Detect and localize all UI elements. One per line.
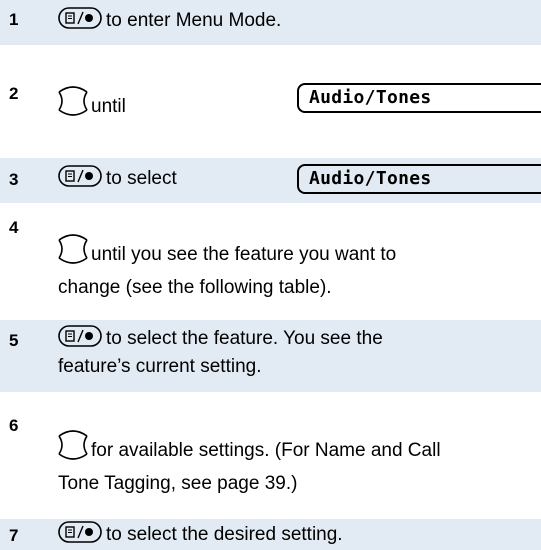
step-6-text-line2: Tone Tagging, see page 39.): [58, 473, 298, 494]
step-5-text-line1: to select the feature. You see the: [106, 328, 383, 349]
step-text: to select: [58, 164, 177, 194]
step-6-text-line1: for available settings. (For Name and Ca…: [91, 440, 441, 461]
step-number: 4: [9, 218, 19, 237]
step-number: 5: [9, 331, 19, 350]
step-text: to select the feature. You see the: [58, 324, 383, 354]
step-number: 3: [9, 170, 19, 189]
step-5-text-line2: feature’s current setting.: [58, 356, 262, 377]
scroll-up-down-icon: [58, 234, 88, 264]
step-number: 1: [9, 10, 19, 29]
scroll-up-down-icon: [58, 430, 88, 460]
step-text: until you see the feature you want to: [55, 232, 396, 270]
display-readout: Audio/Tones: [297, 164, 541, 194]
step-7-text: to select the desired setting.: [106, 524, 343, 545]
step-number: 2: [9, 84, 19, 103]
step-3-text: to select: [106, 168, 177, 189]
instruction-steps: 1 to enter Menu Mode. 2 until Audio/Tone…: [0, 0, 541, 550]
scroll-up-down-icon: [58, 86, 88, 116]
step-number: 7: [9, 526, 19, 545]
step-4-text-line2: change (see the following table).: [58, 277, 332, 298]
step-4-text-line1: until you see the feature you want to: [91, 244, 397, 265]
menu-select-key-icon: [58, 521, 102, 543]
menu-select-key-icon: [58, 7, 102, 29]
step-1-text: to enter Menu Mode.: [106, 10, 282, 31]
step-text: to enter Menu Mode.: [58, 6, 281, 36]
step-2-text: until: [91, 96, 126, 117]
step-text: until: [55, 84, 126, 122]
step-number: 6: [9, 416, 19, 435]
menu-select-key-icon: [58, 325, 102, 347]
menu-select-key-icon: [58, 165, 102, 187]
step-text: to select the desired setting.: [58, 520, 343, 550]
step-text: for available settings. (For Name and Ca…: [55, 428, 441, 466]
display-readout: Audio/Tones: [297, 83, 541, 113]
